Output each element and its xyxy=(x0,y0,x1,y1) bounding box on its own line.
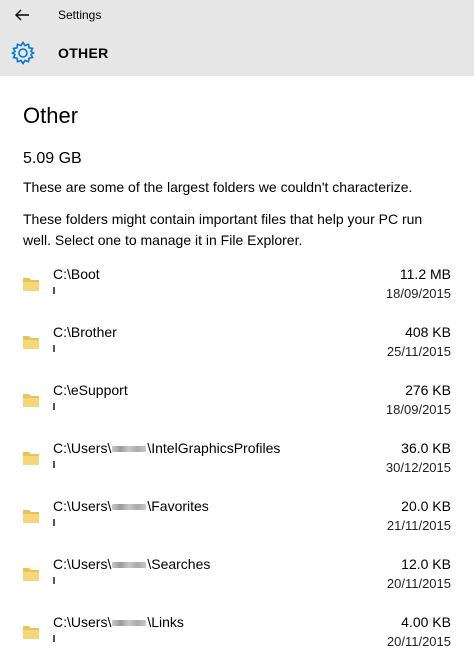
folder-path-suffix: \IntelGraphicsProfiles xyxy=(147,440,281,456)
folder-row[interactable]: C:\Users\ \Favorites 20.0 KB 21/11/2015 xyxy=(23,497,451,555)
folder-icon xyxy=(23,510,39,523)
gear-icon xyxy=(10,41,36,65)
section-title: OTHER xyxy=(58,45,109,61)
folder-path-suffix: \Links xyxy=(147,614,184,630)
folder-row[interactable]: C:\Users\ \Links 4.00 KB 20/11/2015 xyxy=(23,613,451,671)
folder-icon xyxy=(23,626,39,639)
usage-bar xyxy=(53,635,55,642)
folder-size: 20.0 KB xyxy=(401,498,451,514)
folder-path: C:\Users\ \Links xyxy=(53,613,184,631)
folder-path-prefix: C:\Users\ xyxy=(53,498,112,514)
redacted-username xyxy=(112,620,147,627)
usage-bar xyxy=(53,345,55,352)
folder-size: 4.00 KB xyxy=(401,614,451,630)
folder-row[interactable]: C:\Boot 11.2 MB 18/09/2015 xyxy=(23,265,451,323)
folder-path-prefix: C:\Users\ xyxy=(53,556,112,572)
folder-size: 276 KB xyxy=(405,382,451,398)
back-arrow-icon xyxy=(15,9,29,21)
usage-bar xyxy=(53,577,55,584)
redacted-username xyxy=(112,446,147,453)
folder-icon xyxy=(23,336,39,349)
folder-icon xyxy=(23,278,39,291)
folder-date: 25/11/2015 xyxy=(386,344,451,359)
instruction-text: These folders might contain important fi… xyxy=(23,211,423,248)
folder-path: C:\Users\ \Searches xyxy=(53,555,210,573)
folder-row[interactable]: C:\Users\ \Searches 12.0 KB 20/11/2015 xyxy=(23,555,451,613)
usage-bar xyxy=(53,519,55,526)
usage-bar xyxy=(53,403,55,410)
folder-row[interactable]: C:\Users\ \IntelGraphicsProfiles 36.0 KB 30… xyxy=(23,439,451,497)
back-button[interactable] xyxy=(10,4,34,26)
total-size: 5.09 GB xyxy=(23,150,82,167)
usage-bar xyxy=(53,461,55,468)
main-content: Other 5.09 GB These are some of the larg… xyxy=(0,101,474,671)
folder-size: 408 KB xyxy=(405,324,451,340)
folder-path-prefix: C:\Users\ xyxy=(53,440,112,456)
folder-path: C:\Boot xyxy=(53,265,100,283)
app-title: Settings xyxy=(58,8,102,22)
usage-bar xyxy=(53,287,55,294)
folder-date: 21/11/2015 xyxy=(386,518,451,533)
folder-size: 11.2 MB xyxy=(399,266,451,282)
folder-path-prefix: C:\Boot xyxy=(53,266,100,282)
section-header: OTHER xyxy=(0,30,474,76)
folder-row[interactable]: C:\Brother 408 KB 25/11/2015 xyxy=(23,323,451,381)
folder-icon xyxy=(23,568,39,581)
folder-date: 18/09/2015 xyxy=(385,402,451,417)
redacted-username xyxy=(112,504,147,511)
folder-path-suffix: \Favorites xyxy=(147,498,209,514)
redacted-username xyxy=(112,562,147,569)
folder-date: 18/09/2015 xyxy=(385,286,451,301)
folder-date: 20/11/2015 xyxy=(386,634,451,649)
folder-icon xyxy=(23,394,39,407)
folder-path-prefix: C:\eSupport xyxy=(53,382,128,398)
folder-path: C:\Users\ \Favorites xyxy=(53,497,209,515)
folder-path: C:\Users\ \IntelGraphicsProfiles xyxy=(53,439,280,457)
folder-path-suffix: \Searches xyxy=(147,556,211,572)
folder-list: C:\Boot 11.2 MB 18/09/2015 C:\Brother 408 KB… xyxy=(23,265,451,671)
folder-date: 30/12/2015 xyxy=(385,460,451,475)
folder-path: C:\Brother xyxy=(53,323,117,341)
folder-path-prefix: C:\Users\ xyxy=(53,614,112,630)
folder-row[interactable]: C:\eSupport 276 KB 18/09/2015 xyxy=(23,381,451,439)
title-bar: Settings xyxy=(0,0,474,30)
folder-path-prefix: C:\Brother xyxy=(53,324,117,340)
page-title: Other xyxy=(23,103,79,128)
folder-icon xyxy=(23,452,39,465)
folder-size: 12.0 KB xyxy=(401,556,451,572)
folder-path: C:\eSupport xyxy=(53,381,128,399)
folder-size: 36.0 KB xyxy=(401,440,451,456)
folder-date: 20/11/2015 xyxy=(386,576,451,591)
description-text: These are some of the largest folders we… xyxy=(23,179,413,195)
